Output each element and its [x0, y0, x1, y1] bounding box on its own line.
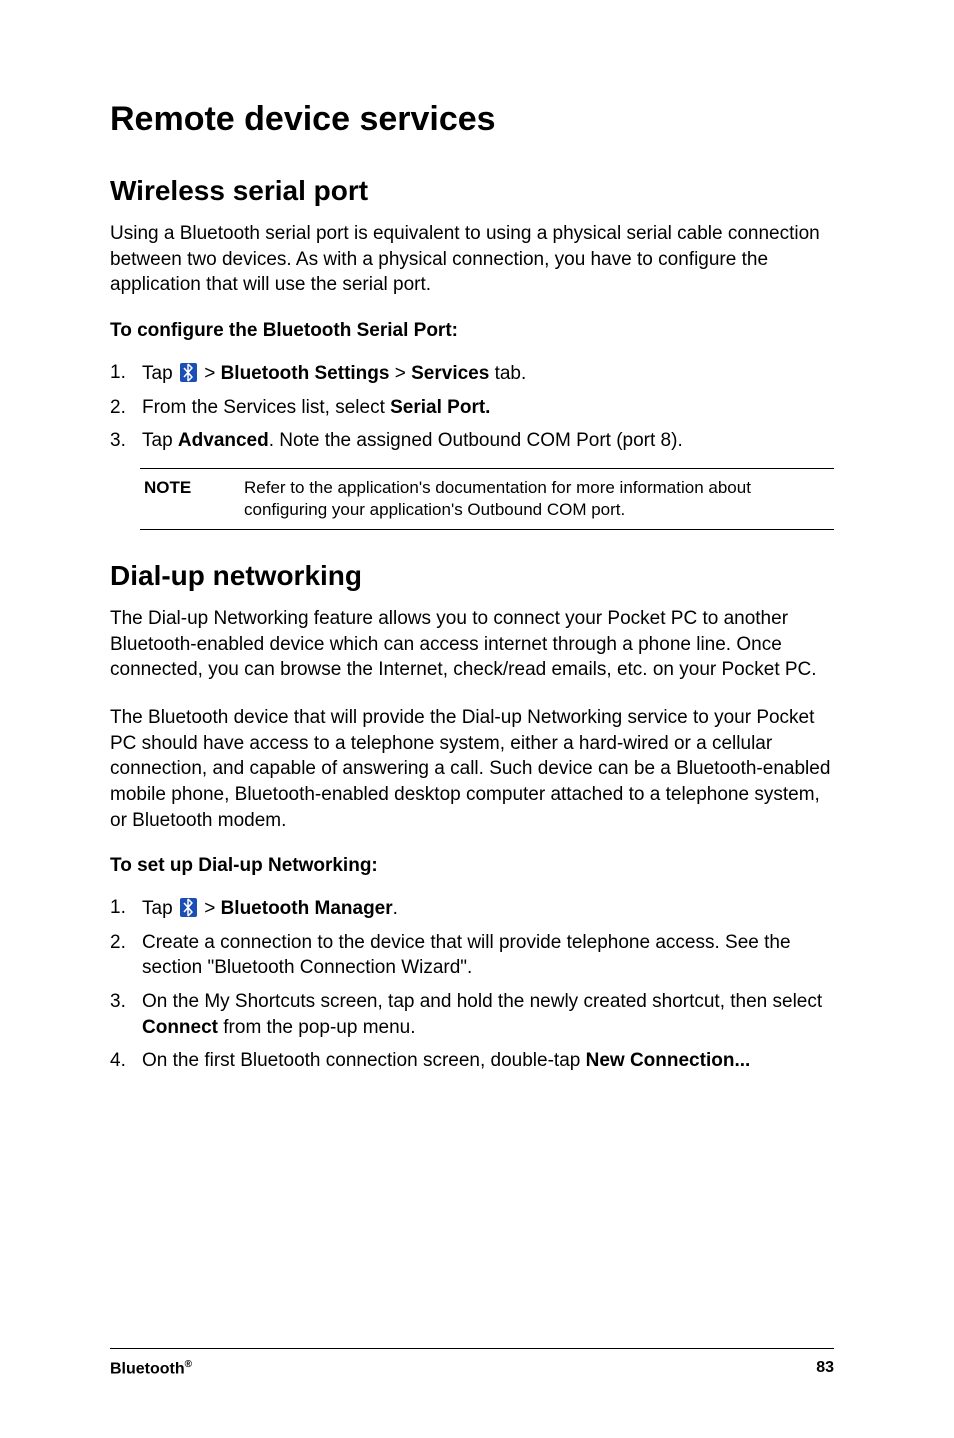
text: > — [199, 363, 221, 384]
note-box: NOTE Refer to the application's document… — [140, 468, 834, 530]
note-label: NOTE — [144, 477, 244, 521]
list-item-text: Tap Advanced. Note the assigned Outbound… — [142, 428, 834, 454]
list-item-text: Tap > Bluetooth Settings > Services tab. — [142, 360, 834, 387]
list-item-text: On the My Shortcuts screen, tap and hold… — [142, 989, 834, 1040]
list-item-number: 1. — [110, 895, 142, 922]
bold-text: Connect — [142, 1017, 218, 1038]
text: Tap — [142, 363, 178, 384]
footer-page-number: 83 — [816, 1359, 834, 1378]
list-item: 2.Create a connection to the device that… — [110, 930, 834, 981]
list-item-text: Tap > Bluetooth Manager. — [142, 895, 834, 922]
section-heading-wireless: Wireless serial port — [110, 175, 834, 207]
text: . — [393, 898, 398, 919]
list-item-text: On the first Bluetooth connection screen… — [142, 1048, 834, 1074]
bold-text: Bluetooth Manager — [221, 898, 393, 919]
text: . Note the assigned Outbound COM Port (p… — [269, 430, 683, 451]
list-item: 3.Tap Advanced. Note the assigned Outbou… — [110, 428, 834, 454]
list-item-number: 3. — [110, 989, 142, 1040]
registered-mark: ® — [185, 1359, 192, 1370]
para: The Bluetooth device that will provide t… — [110, 705, 834, 833]
text: > — [199, 898, 221, 919]
bold-text: Bluetooth Settings — [221, 363, 390, 384]
bluetooth-icon — [180, 363, 197, 382]
text: On the My Shortcuts screen, tap and hold… — [142, 991, 822, 1012]
list-item-text: Create a connection to the device that w… — [142, 930, 834, 981]
text: On the first Bluetooth connection screen… — [142, 1050, 586, 1071]
text: Tap — [142, 898, 178, 919]
footer-left: Bluetooth® — [110, 1359, 192, 1378]
bold-text: Advanced — [178, 430, 269, 451]
list-item-number: 2. — [110, 930, 142, 981]
list-item-number: 2. — [110, 395, 142, 421]
para: The Dial-up Networking feature allows yo… — [110, 606, 834, 683]
footer: Bluetooth® 83 — [110, 1348, 834, 1378]
section-heading-dialup: Dial-up networking — [110, 560, 834, 592]
text: Create a connection to the device that w… — [142, 932, 791, 979]
list-item-number: 1. — [110, 360, 142, 387]
sub-heading: To configure the Bluetooth Serial Port: — [110, 320, 834, 342]
bold-text: New Connection... — [586, 1050, 751, 1071]
bold-text: Services — [411, 363, 489, 384]
list-item: 4.On the first Bluetooth connection scre… — [110, 1048, 834, 1074]
list-item: 1.Tap > Bluetooth Manager. — [110, 895, 834, 922]
para: Using a Bluetooth serial port is equival… — [110, 221, 834, 298]
text: from the pop-up menu. — [218, 1017, 416, 1038]
ordered-list: 1.Tap > Bluetooth Manager.2.Create a con… — [110, 895, 834, 1074]
page: Remote device services Wireless serial p… — [0, 0, 954, 1438]
page-title: Remote device services — [110, 100, 834, 139]
text: From the Services list, select — [142, 397, 390, 418]
text: > — [389, 363, 411, 384]
list-item-text: From the Services list, select Serial Po… — [142, 395, 834, 421]
footer-product: Bluetooth — [110, 1360, 185, 1377]
list-item: 2.From the Services list, select Serial … — [110, 395, 834, 421]
list-item: 1.Tap > Bluetooth Settings > Services ta… — [110, 360, 834, 387]
bluetooth-icon — [180, 898, 197, 917]
list-item: 3.On the My Shortcuts screen, tap and ho… — [110, 989, 834, 1040]
note-text: Refer to the application's documentation… — [244, 477, 830, 521]
bold-text: Serial Port. — [390, 397, 490, 418]
text: Tap — [142, 430, 178, 451]
text: tab. — [489, 363, 526, 384]
list-item-number: 3. — [110, 428, 142, 454]
list-item-number: 4. — [110, 1048, 142, 1074]
sub-heading: To set up Dial-up Networking: — [110, 855, 834, 877]
ordered-list: 1.Tap > Bluetooth Settings > Services ta… — [110, 360, 834, 454]
